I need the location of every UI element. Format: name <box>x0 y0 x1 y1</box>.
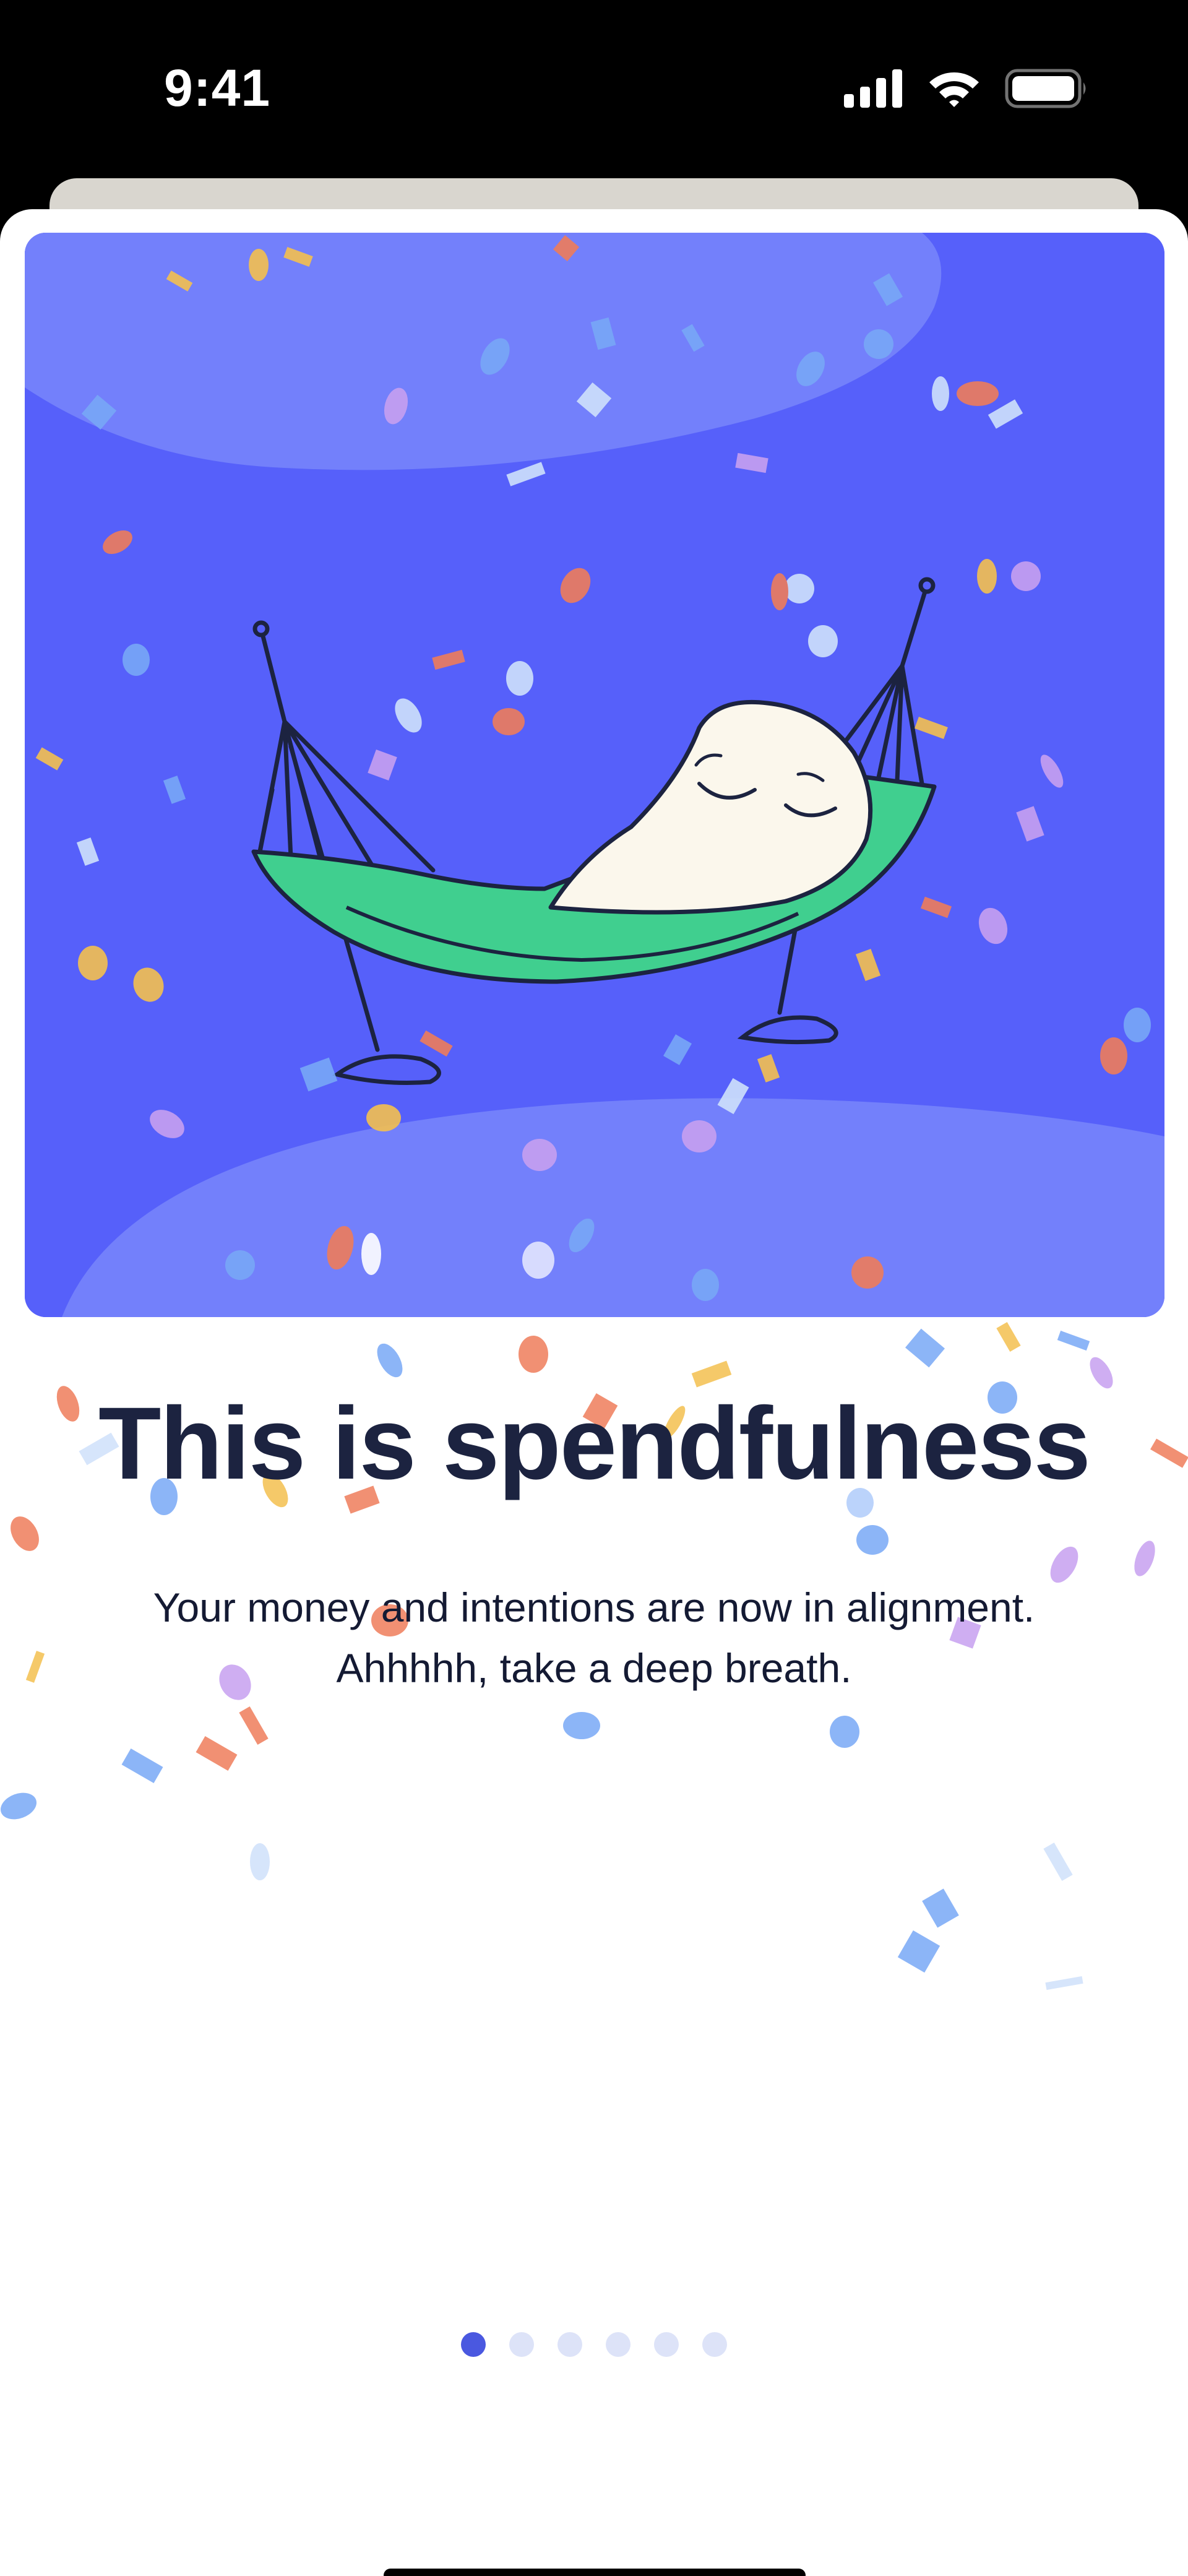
page-dot-1[interactable] <box>461 2332 486 2357</box>
page-dot-3[interactable] <box>557 2332 582 2357</box>
battery-icon <box>1005 69 1089 111</box>
page-dot-4[interactable] <box>606 2332 631 2357</box>
page-subtitle: Your money and intentions are now in ali… <box>62 1577 1126 1698</box>
subtitle-line-1: Your money and intentions are now in ali… <box>153 1584 1035 1630</box>
cellular-signal-icon <box>844 69 903 111</box>
page-indicator <box>0 2332 1188 2357</box>
wifi-icon <box>927 69 981 111</box>
page-dot-2[interactable] <box>509 2332 534 2357</box>
home-indicator[interactable] <box>384 2569 806 2576</box>
status-time: 9:41 <box>164 59 271 117</box>
page-dot-6[interactable] <box>702 2332 727 2357</box>
status-icons <box>844 68 1089 111</box>
character-in-hammock-illustration <box>25 233 1164 1317</box>
onboarding-sheet: This is spendfulness Your money and inte… <box>0 209 1188 2576</box>
status-bar: 9:41 <box>0 0 1188 179</box>
page-dot-5[interactable] <box>654 2332 679 2357</box>
onboarding-screen: 9:41 This is spendfulness Your money and… <box>0 0 1188 2576</box>
subtitle-line-2: Ahhhhh, take a deep breath. <box>336 1645 852 1691</box>
page-title: This is spendfulness <box>98 1386 1091 1501</box>
